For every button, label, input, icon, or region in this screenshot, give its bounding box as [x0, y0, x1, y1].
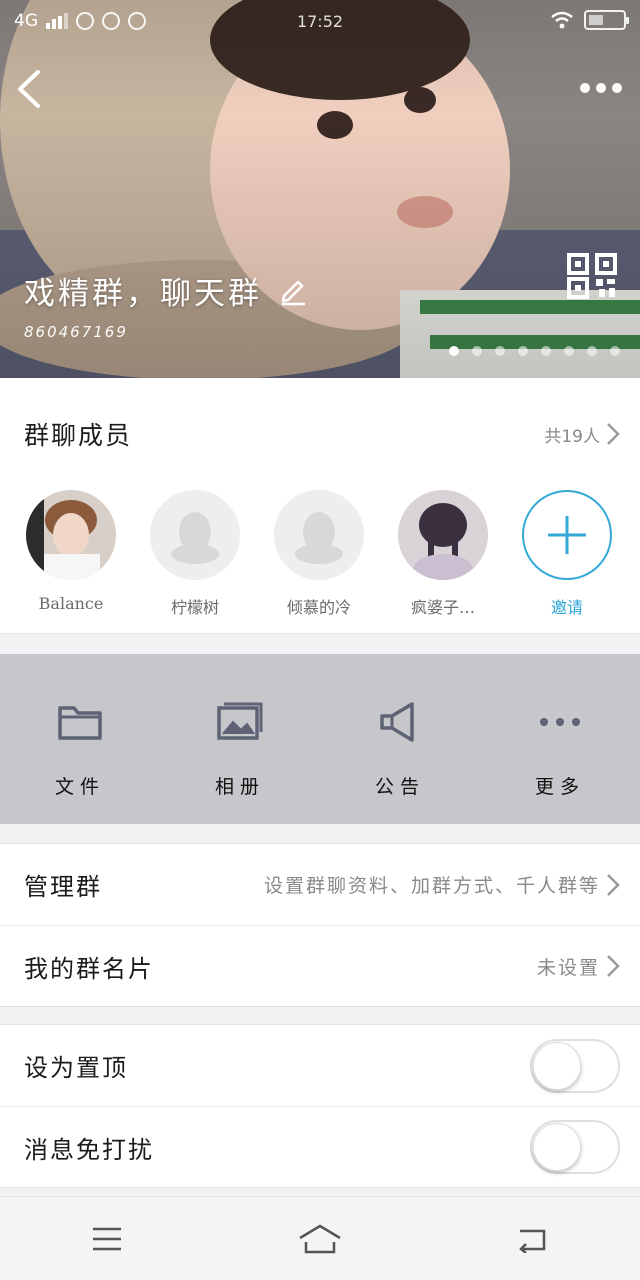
album-icon: [217, 702, 263, 740]
carousel-dot[interactable]: [495, 346, 505, 356]
battery-icon: [584, 10, 629, 30]
status-bar: 4G 17:52: [0, 0, 640, 42]
default-avatar-icon: [150, 490, 240, 580]
member-name: 柠檬树: [170, 598, 219, 617]
member-item[interactable]: 柠檬树: [150, 490, 240, 618]
members-count: 共19人: [544, 422, 620, 447]
menu-icon: [92, 1227, 121, 1250]
group-name: 戏精群，聊天群: [24, 276, 262, 312]
avatar[interactable]: [26, 490, 116, 580]
mute-row: 消息免打扰: [0, 1106, 640, 1187]
action-label: 相册: [214, 776, 265, 798]
mute-toggle[interactable]: [530, 1120, 620, 1174]
home-button[interactable]: [290, 1214, 350, 1264]
clock: 17:52: [296, 12, 344, 31]
manage-group-hint: 设置群聊资料、加群方式、千人群等: [263, 875, 600, 897]
wifi-icon: [551, 11, 573, 29]
carousel-dot[interactable]: [518, 346, 528, 356]
back-nav-button[interactable]: [503, 1214, 563, 1264]
more-dots-icon: [540, 718, 580, 726]
member-name: 疯婆子…: [410, 598, 475, 617]
group-card-value: 未设置: [536, 956, 600, 979]
pin-toggle[interactable]: [530, 1038, 620, 1093]
avatar[interactable]: [274, 490, 364, 580]
avatar[interactable]: [150, 490, 240, 580]
group-card-row[interactable]: 我的群名片 未设置: [0, 925, 640, 1006]
carousel-dot[interactable]: [472, 346, 482, 356]
action-label: 公告: [374, 776, 425, 798]
chat-settings: 设为置顶 消息免打扰: [0, 1024, 640, 1188]
megaphone-icon: [380, 702, 414, 742]
members-header[interactable]: 群聊成员 共19人: [0, 378, 640, 490]
invite-label: 邀请: [550, 598, 583, 617]
back-nav-icon: [519, 1229, 546, 1253]
quick-actions: 文件 相册 公告 更多: [0, 654, 640, 824]
avatar[interactable]: [398, 490, 488, 580]
action-label: 文件: [54, 776, 105, 798]
member-list: Balance 柠檬树 倾慕的冷 疯婆子… 邀请: [0, 490, 640, 618]
row-value: 未设置: [537, 953, 620, 980]
plus-icon: [548, 516, 586, 554]
members-count-text: 共19人: [544, 426, 600, 447]
chevron-right-icon: [607, 955, 620, 977]
member-item[interactable]: Balance: [26, 490, 116, 618]
system-nav-bar: [0, 1196, 640, 1280]
row-label: 消息免打扰: [24, 1135, 154, 1164]
group-cover[interactable]: 4G 17:52 戏精群，聊天群 860467169: [0, 0, 640, 378]
carousel-dot[interactable]: [449, 346, 459, 356]
action-more[interactable]: 更多: [480, 654, 640, 824]
row-label: 设为置顶: [24, 1054, 128, 1082]
invite-button[interactable]: 邀请: [522, 490, 612, 618]
member-name: 倾慕的冷: [286, 598, 351, 617]
carousel-dots: [449, 346, 620, 356]
carousel-dot[interactable]: [564, 346, 574, 356]
members-section: 群聊成员 共19人 Balance 柠檬树 倾慕的冷 疯婆子… 邀请: [0, 378, 640, 634]
back-icon[interactable]: [10, 64, 50, 114]
row-label: 我的群名片: [24, 954, 154, 983]
action-files[interactable]: 文件: [0, 654, 160, 824]
manage-group-row[interactable]: 管理群 设置群聊资料、加群方式、千人群等: [0, 844, 640, 925]
member-item[interactable]: 疯婆子…: [398, 490, 488, 618]
chevron-right-icon: [607, 873, 620, 896]
member-name: Balance: [38, 594, 104, 613]
group-settings: 管理群 设置群聊资料、加群方式、千人群等 我的群名片 未设置: [0, 843, 640, 1007]
action-announcement[interactable]: 公告: [320, 654, 480, 824]
chevron-right-icon: [607, 423, 620, 445]
edit-icon[interactable]: [278, 276, 308, 306]
carousel-dot[interactable]: [541, 346, 551, 356]
carousel-dot[interactable]: [610, 346, 620, 356]
menu-button[interactable]: [77, 1214, 137, 1264]
more-icon[interactable]: [576, 70, 626, 106]
members-title: 群聊成员: [24, 421, 133, 450]
action-album[interactable]: 相册: [160, 654, 320, 824]
group-id: 860467169: [24, 323, 128, 341]
action-label: 更多: [534, 776, 585, 798]
folder-icon: [58, 706, 102, 740]
home-icon: [299, 1224, 341, 1253]
qr-code-icon[interactable]: [566, 253, 620, 299]
member-item[interactable]: 倾慕的冷: [274, 490, 364, 618]
row-label: 管理群: [24, 873, 102, 901]
invite-avatar[interactable]: [522, 490, 612, 580]
group-name-row[interactable]: 戏精群，聊天群: [24, 268, 308, 313]
carousel-dot[interactable]: [587, 346, 597, 356]
row-value: 设置群聊资料、加群方式、千人群等: [264, 871, 620, 898]
default-avatar-icon: [274, 490, 364, 580]
pin-row: 设为置顶: [0, 1025, 640, 1106]
